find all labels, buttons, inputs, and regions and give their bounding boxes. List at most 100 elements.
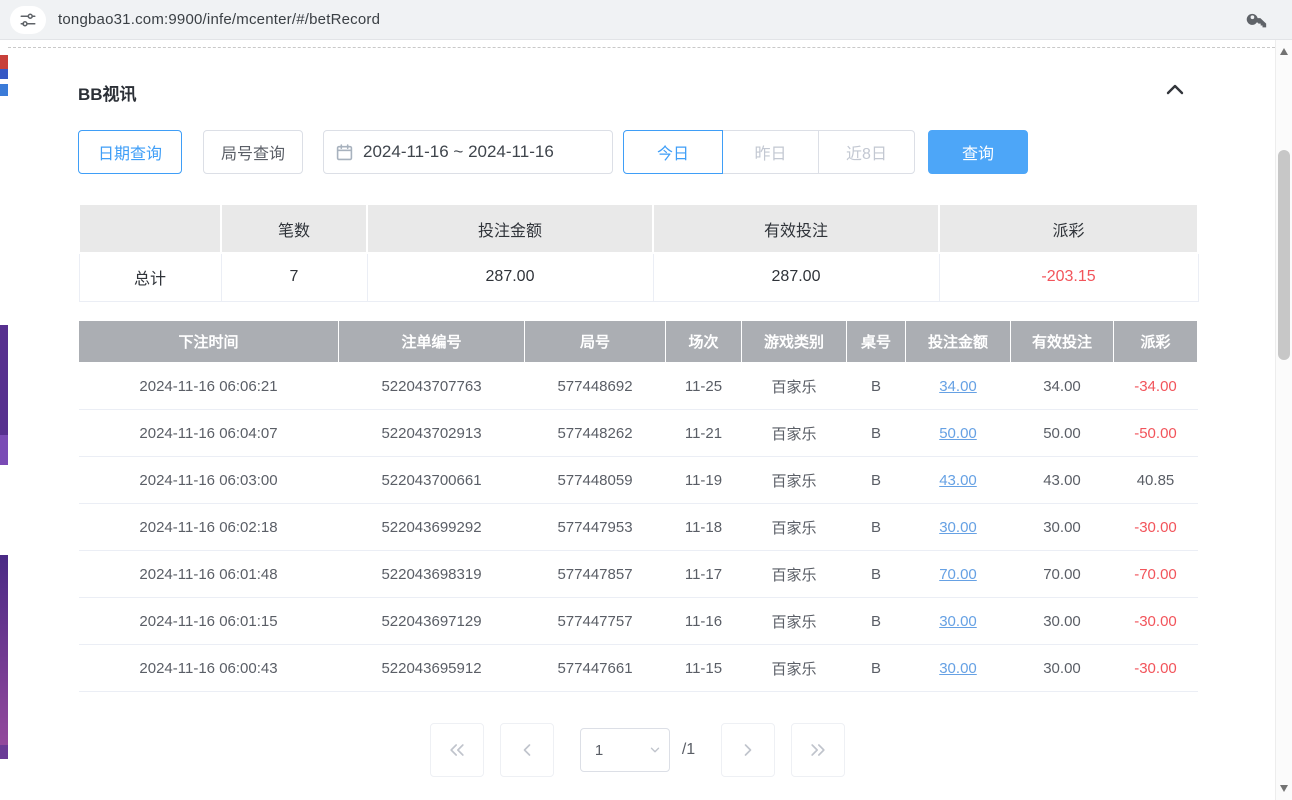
bet-record-table: 下注时间 注单编号 局号 场次 游戏类别 桌号 投注金额 有效投注 派彩 202…	[78, 320, 1198, 692]
bet-table-body: 2024-11-16 06:06:21 522043707763 5774486…	[79, 363, 1198, 692]
round-query-tab-button[interactable]: 局号查询	[203, 130, 303, 174]
cell-table-number: B	[847, 551, 906, 598]
header-bet-time: 下注时间	[79, 321, 339, 363]
header-table-number: 桌号	[847, 321, 906, 363]
scrollbar-down-arrow-icon[interactable]	[1280, 785, 1288, 792]
scrollbar-thumb[interactable]	[1278, 150, 1290, 360]
cell-bet-time: 2024-11-16 06:03:00	[79, 457, 339, 504]
last-page-button[interactable]	[791, 723, 845, 777]
header-payout: 派彩	[1114, 321, 1198, 363]
bet-amount-link[interactable]: 43.00	[939, 472, 977, 489]
cell-session: 11-16	[666, 598, 742, 645]
cell-bet-amount: 70.00	[906, 551, 1011, 598]
cell-table-number: B	[847, 645, 906, 692]
cell-round-number: 577448692	[525, 363, 666, 410]
table-row: 2024-11-16 06:04:07 522043702913 5774482…	[79, 410, 1198, 457]
header-bet-amount: 投注金额	[906, 321, 1011, 363]
cell-payout: -34.00	[1114, 363, 1198, 410]
cell-payout: -30.00	[1114, 504, 1198, 551]
bet-amount-link[interactable]: 34.00	[939, 378, 977, 395]
cell-valid-bet: 30.00	[1011, 645, 1114, 692]
cell-table-number: B	[847, 598, 906, 645]
summary-header-count: 笔数	[221, 204, 367, 253]
background-fragment	[0, 435, 8, 465]
cell-round-number: 577447953	[525, 504, 666, 551]
cell-session: 11-17	[666, 551, 742, 598]
cell-game-type: 百家乐	[742, 645, 847, 692]
page-select[interactable]: 1	[580, 728, 670, 772]
cell-bet-amount: 30.00	[906, 504, 1011, 551]
bet-amount-link[interactable]: 50.00	[939, 425, 977, 442]
next-page-button[interactable]	[721, 723, 775, 777]
cell-session: 11-25	[666, 363, 742, 410]
bet-amount-link[interactable]: 30.00	[939, 519, 977, 536]
header-session: 场次	[666, 321, 742, 363]
background-fragment	[0, 55, 8, 69]
cell-order-number: 522043707763	[339, 363, 525, 410]
cell-valid-bet: 70.00	[1011, 551, 1114, 598]
table-row: 2024-11-16 06:01:48 522043698319 5774478…	[79, 551, 1198, 598]
address-url[interactable]: tongbao31.com:9900/infe/mcenter/#/betRec…	[58, 11, 380, 28]
background-page-strip	[0, 40, 8, 800]
search-button[interactable]: 查询	[928, 130, 1028, 174]
cell-round-number: 577447857	[525, 551, 666, 598]
cell-round-number: 577448262	[525, 410, 666, 457]
last-8-days-button[interactable]: 近8日	[818, 130, 915, 174]
double-chevron-right-icon	[808, 740, 828, 760]
cell-session: 11-19	[666, 457, 742, 504]
today-button[interactable]: 今日	[623, 130, 723, 174]
summary-header-row: 笔数 投注金额 有效投注 派彩	[79, 204, 1198, 253]
browser-address-bar: tongbao31.com:9900/infe/mcenter/#/betRec…	[0, 0, 1292, 40]
first-page-button[interactable]	[430, 723, 484, 777]
collapse-panel-button[interactable]	[1162, 78, 1188, 102]
cell-game-type: 百家乐	[742, 504, 847, 551]
cell-bet-amount: 50.00	[906, 410, 1011, 457]
cell-session: 11-15	[666, 645, 742, 692]
summary-valid-bet-value: 287.00	[653, 253, 939, 301]
bet-amount-link[interactable]: 70.00	[939, 566, 977, 583]
cell-bet-time: 2024-11-16 06:01:48	[79, 551, 339, 598]
date-range-input[interactable]: 2024-11-16 ~ 2024-11-16	[323, 130, 613, 174]
summary-total-label: 总计	[79, 253, 221, 301]
cell-session: 11-18	[666, 504, 742, 551]
header-game-type: 游戏类别	[742, 321, 847, 363]
cell-valid-bet: 34.00	[1011, 363, 1114, 410]
calendar-icon	[336, 144, 353, 161]
site-settings-icon	[19, 11, 37, 29]
bet-record-panel: BB视讯 日期查询 局号查询 2024-11-16 ~ 2024-11-16 今…	[8, 40, 1275, 800]
background-fragment	[0, 555, 8, 745]
vertical-scrollbar[interactable]	[1275, 40, 1292, 800]
cell-game-type: 百家乐	[742, 598, 847, 645]
cell-bet-time: 2024-11-16 06:04:07	[79, 410, 339, 457]
cell-order-number: 522043700661	[339, 457, 525, 504]
cell-valid-bet: 50.00	[1011, 410, 1114, 457]
cell-game-type: 百家乐	[742, 363, 847, 410]
cell-order-number: 522043698319	[339, 551, 525, 598]
double-chevron-left-icon	[447, 740, 467, 760]
cell-table-number: B	[847, 504, 906, 551]
cell-payout: -30.00	[1114, 598, 1198, 645]
site-settings-button[interactable]	[10, 6, 46, 34]
scrollbar-up-arrow-icon[interactable]	[1280, 48, 1288, 55]
cell-game-type: 百家乐	[742, 551, 847, 598]
summary-bet-amount-value: 287.00	[367, 253, 653, 301]
cell-bet-time: 2024-11-16 06:06:21	[79, 363, 339, 410]
yesterday-button[interactable]: 昨日	[722, 130, 819, 174]
chevron-up-icon	[1163, 78, 1187, 102]
previous-page-button[interactable]	[500, 723, 554, 777]
summary-payout-value: -203.15	[939, 253, 1198, 301]
cell-table-number: B	[847, 410, 906, 457]
chevron-right-icon	[738, 740, 758, 760]
date-query-tab-button[interactable]: 日期查询	[78, 130, 182, 174]
pagination: 1 /1	[78, 723, 1197, 777]
cell-round-number: 577447757	[525, 598, 666, 645]
bet-amount-link[interactable]: 30.00	[939, 660, 977, 677]
cell-table-number: B	[847, 363, 906, 410]
password-key-icon[interactable]	[1246, 9, 1268, 31]
bet-amount-link[interactable]: 30.00	[939, 613, 977, 630]
summary-count-value: 7	[221, 253, 367, 301]
cell-valid-bet: 30.00	[1011, 504, 1114, 551]
header-order-number: 注单编号	[339, 321, 525, 363]
cell-bet-amount: 30.00	[906, 598, 1011, 645]
cell-payout: -30.00	[1114, 645, 1198, 692]
